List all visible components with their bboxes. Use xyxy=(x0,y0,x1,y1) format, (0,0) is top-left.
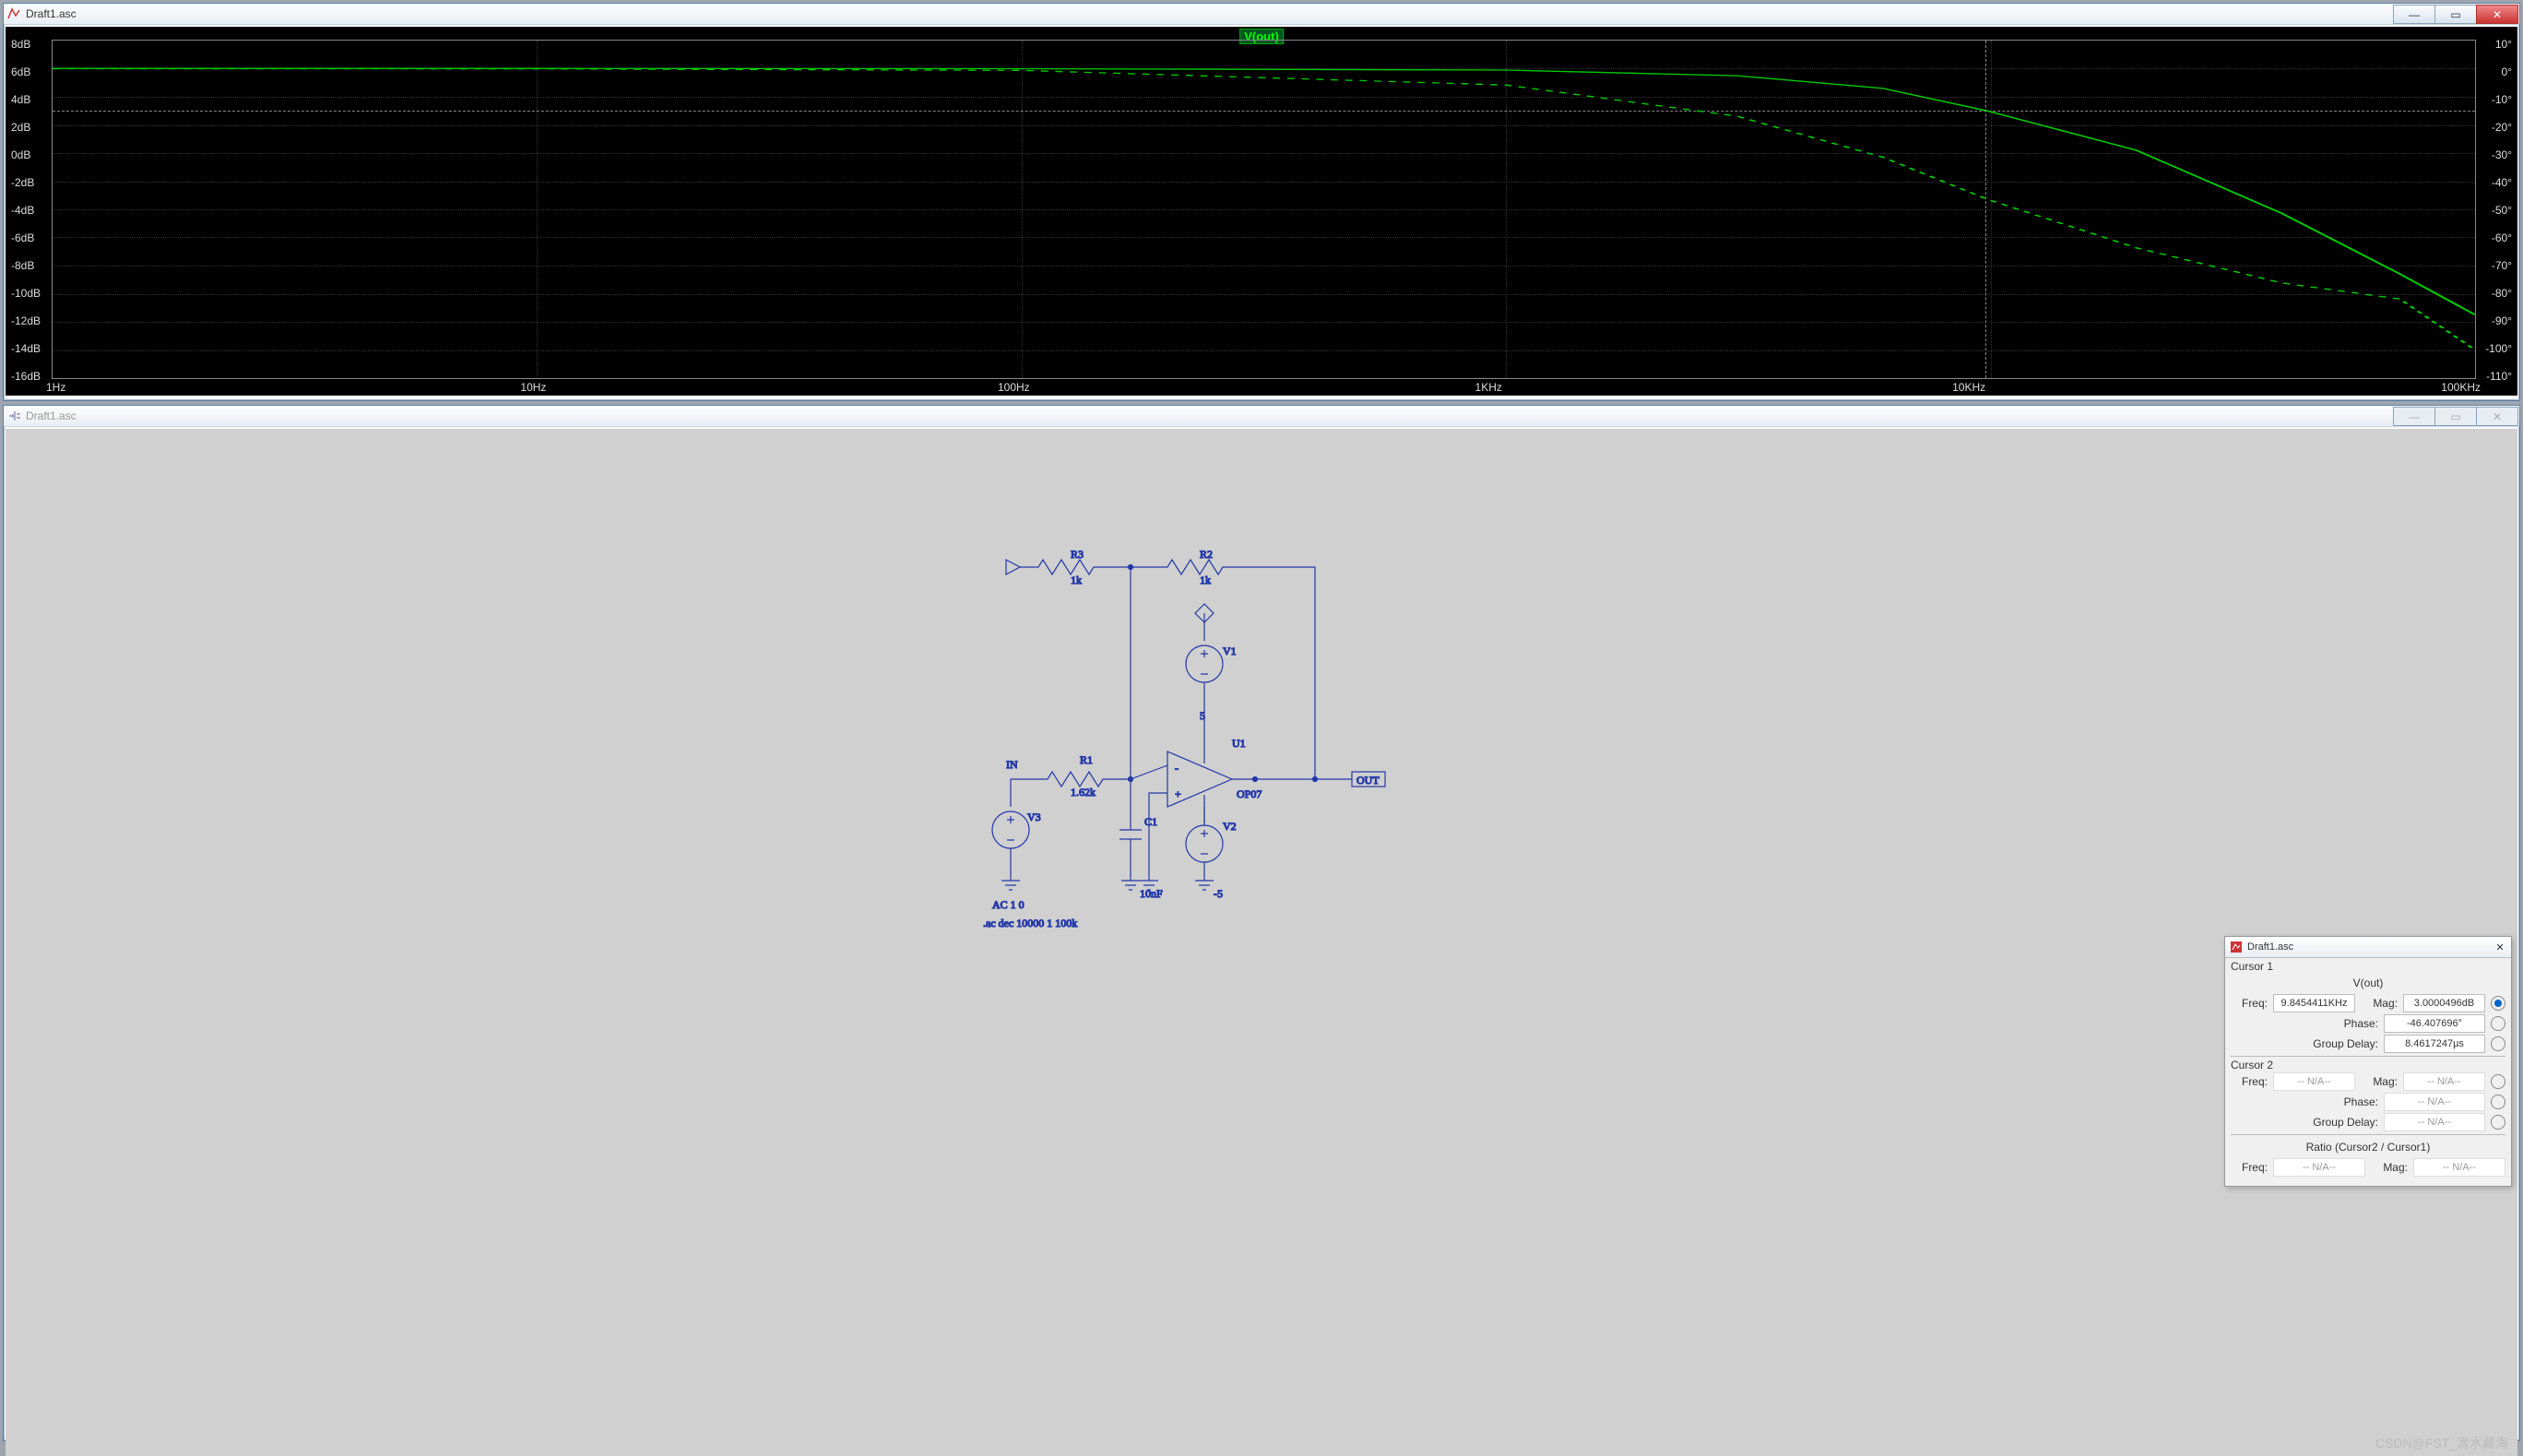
c2-mag[interactable]: -- N/A-- xyxy=(2403,1072,2485,1091)
c1-phase[interactable]: -46.407696° xyxy=(2384,1014,2485,1033)
maximize-button[interactable]: ▭ xyxy=(2434,407,2477,426)
xtick: 100KHz xyxy=(2441,381,2481,394)
schematic-icon xyxy=(7,408,22,423)
ytick-r: -90° xyxy=(2492,314,2512,327)
schematic-svg: R3 1k R2 1k V1 5 xyxy=(928,521,1758,1074)
c1-freq[interactable]: 9.8454411KHz xyxy=(2273,994,2355,1012)
plot-canvas[interactable] xyxy=(52,40,2476,379)
ytick-r: -30° xyxy=(2492,148,2512,161)
svg-text:V1: V1 xyxy=(1223,645,1237,657)
schematic-window: Draft1.asc — ▭ ✕ R3 1k R2 1k xyxy=(3,405,2520,1441)
minimize-button[interactable]: — xyxy=(2393,5,2435,24)
svg-text:OUT: OUT xyxy=(1356,774,1380,787)
xtick: 10Hz xyxy=(520,381,546,394)
plot-curves xyxy=(53,41,2475,378)
schematic-titlebar[interactable]: Draft1.asc — ▭ ✕ xyxy=(4,406,2519,427)
ytick: -12dB xyxy=(11,314,41,327)
close-button[interactable]: ✕ xyxy=(2476,407,2518,426)
app-icon xyxy=(7,6,22,21)
ytick-r: -70° xyxy=(2492,259,2512,272)
xtick: 1KHz xyxy=(1475,381,1502,394)
svg-text:1k: 1k xyxy=(1200,574,1211,586)
svg-text:10nF: 10nF xyxy=(1140,887,1163,900)
ytick: -2dB xyxy=(11,176,34,189)
close-button[interactable]: ✕ xyxy=(2476,5,2518,24)
ytick-r: -110° xyxy=(2486,370,2512,383)
ratio-label: Ratio (Cursor2 / Cursor1) xyxy=(2306,1141,2431,1154)
ytick-r: 10° xyxy=(2495,38,2512,51)
ytick-r: -10° xyxy=(2492,93,2512,106)
ytick: -10dB xyxy=(11,287,41,300)
ytick: -16dB xyxy=(11,370,41,383)
ytick: -6dB xyxy=(11,231,34,244)
window-buttons: — ▭ ✕ xyxy=(2394,407,2518,425)
ytick: -4dB xyxy=(11,204,34,217)
ytick-r: -60° xyxy=(2492,231,2512,244)
ytick: -14dB xyxy=(11,342,41,355)
cursor-panel[interactable]: Draft1.asc ✕ Cursor 1 V(out) Freq: 9.845… xyxy=(2224,936,2512,1187)
cursor-body: Cursor 1 V(out) Freq: 9.8454411KHz Mag: … xyxy=(2225,958,2511,1179)
gd-radio[interactable] xyxy=(2491,1036,2505,1051)
svg-text:+: + xyxy=(1175,787,1181,800)
window-buttons: — ▭ ✕ xyxy=(2394,5,2518,23)
ytick: 2dB xyxy=(11,121,30,134)
svg-text:C1: C1 xyxy=(1144,815,1157,828)
ltspice-icon xyxy=(2229,940,2244,954)
schematic-title: Draft1.asc xyxy=(26,409,2394,422)
plot-title: Draft1.asc xyxy=(26,7,2394,20)
ytick: 8dB xyxy=(11,38,30,51)
svg-text:R3: R3 xyxy=(1071,548,1084,561)
ytick-r: 0° xyxy=(2502,65,2512,78)
ytick: 6dB xyxy=(11,65,30,78)
svg-text:R2: R2 xyxy=(1200,548,1213,561)
ytick: 4dB xyxy=(11,93,30,106)
maximize-button[interactable]: ▭ xyxy=(2434,5,2477,24)
c1-gd[interactable]: 8.4617247µs xyxy=(2384,1035,2485,1053)
svg-text:U1: U1 xyxy=(1232,737,1246,750)
cursor2-label: Cursor 2 xyxy=(2231,1059,2505,1071)
xtick: 10KHz xyxy=(1952,381,1985,394)
plot-window: Draft1.asc — ▭ ✕ V(out) 8dB 6dB 4dB 2dB … xyxy=(3,3,2520,401)
svg-text:-5: -5 xyxy=(1214,887,1223,900)
ytick: -8dB xyxy=(11,259,34,272)
xtick: 100Hz xyxy=(998,381,1030,394)
svg-text:AC 1 0: AC 1 0 xyxy=(992,898,1025,911)
cursor1-label: Cursor 1 xyxy=(2231,960,2505,973)
c1-mag[interactable]: 3.0000496dB xyxy=(2403,994,2485,1012)
ytick: 0dB xyxy=(11,148,30,161)
svg-text:IN: IN xyxy=(1006,758,1018,771)
svg-text:OP07: OP07 xyxy=(1237,787,1262,800)
plot-titlebar[interactable]: Draft1.asc — ▭ ✕ xyxy=(4,4,2519,25)
plot-area[interactable]: V(out) 8dB 6dB 4dB 2dB 0dB -2dB -4dB -6d… xyxy=(6,27,2517,396)
watermark: CSDN@FST_滴水藏海 xyxy=(2375,1434,2508,1452)
c2-freq[interactable]: -- N/A-- xyxy=(2273,1072,2355,1091)
xtick: 1Hz xyxy=(46,381,65,394)
minimize-button[interactable]: — xyxy=(2393,407,2435,426)
phase-radio[interactable] xyxy=(2491,1016,2505,1031)
ytick-r: -50° xyxy=(2492,204,2512,217)
close-icon[interactable]: ✕ xyxy=(2493,940,2507,954)
schematic-canvas[interactable]: R3 1k R2 1k V1 5 xyxy=(6,429,2517,1456)
cursor-titlebar[interactable]: Draft1.asc ✕ xyxy=(2225,937,2511,958)
ytick-r: -100° xyxy=(2485,342,2512,355)
svg-text:R1: R1 xyxy=(1080,753,1093,766)
svg-text:V3: V3 xyxy=(1027,811,1041,823)
ytick-r: -40° xyxy=(2492,176,2512,189)
svg-text:V2: V2 xyxy=(1223,820,1237,833)
ytick-r: -80° xyxy=(2492,287,2512,300)
mag-radio[interactable] xyxy=(2491,996,2505,1011)
c2-mag-radio[interactable] xyxy=(2491,1074,2505,1089)
signal-name: V(out) xyxy=(2353,977,2384,989)
svg-text:.ac dec 10000 1 100k: .ac dec 10000 1 100k xyxy=(983,917,1077,929)
ytick-r: -20° xyxy=(2492,121,2512,134)
svg-text:1k: 1k xyxy=(1071,574,1082,586)
svg-text:-: - xyxy=(1175,762,1179,775)
svg-text:1.62k: 1.62k xyxy=(1071,786,1096,799)
cursor-title: Draft1.asc xyxy=(2247,941,2493,953)
